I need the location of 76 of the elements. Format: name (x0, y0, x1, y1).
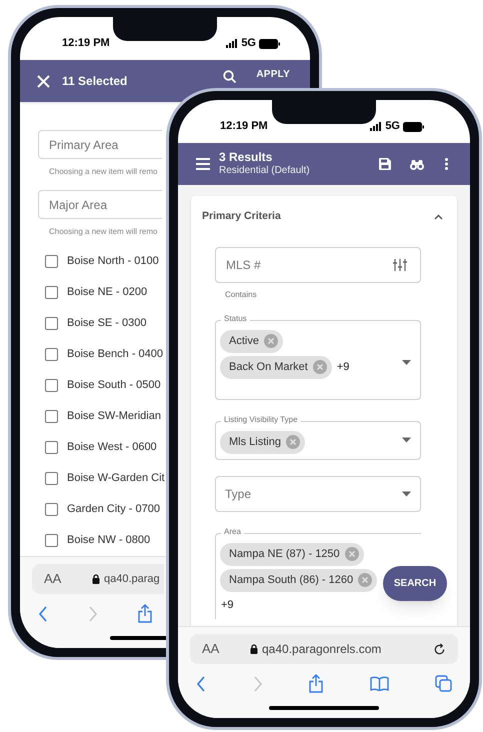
checkbox[interactable] (45, 348, 58, 361)
header-title: 3 Results (219, 150, 274, 166)
header-title: 11 Selected (62, 73, 128, 90)
url-text: qa40.parag (104, 572, 160, 587)
save-icon[interactable] (379, 158, 391, 170)
filter-chip[interactable]: Back On Market (220, 356, 332, 379)
lock-icon (250, 644, 258, 654)
dropdown-caret-icon[interactable] (402, 491, 411, 496)
signal-icon (226, 39, 238, 48)
checkbox[interactable] (45, 379, 58, 392)
menu-icon[interactable] (196, 158, 210, 170)
network-label: 5G (241, 36, 256, 52)
back-chevron-icon[interactable] (38, 606, 48, 622)
address-bar[interactable]: AA qa40.parag (32, 564, 164, 594)
option-label: Boise SW-Meridian (67, 409, 161, 424)
checkbox[interactable] (45, 286, 58, 299)
filter-chip[interactable]: Mls Listing (220, 430, 305, 454)
field-label: Status (221, 314, 250, 323)
battery-icon (259, 38, 280, 48)
share-icon[interactable] (309, 674, 323, 693)
option-label: Garden City - 0700 (67, 502, 160, 518)
back-chevron-icon[interactable] (196, 676, 206, 692)
url-text: qa40.paragonrels.com (262, 641, 382, 658)
share-icon[interactable] (138, 604, 152, 623)
filter-chip[interactable]: Nampa South (86) - 1260 (220, 568, 378, 592)
binoculars-icon[interactable] (410, 158, 424, 170)
option-label: Boise NW - 0800 (67, 533, 150, 548)
helper-text: Choosing a new item will remo (48, 226, 158, 238)
sliders-icon[interactable] (393, 258, 407, 271)
battery-icon (403, 122, 424, 132)
select-field[interactable]: Type (215, 476, 421, 512)
select-field[interactable]: Primary Area (38, 130, 162, 159)
option-label: Boise Bench - 0400 (67, 347, 164, 362)
book-icon[interactable] (370, 676, 388, 691)
dropdown-caret-icon[interactable] (402, 360, 411, 365)
helper-text: Choosing a new item will remo (48, 166, 158, 178)
option-label: Boise NE - 0200 (67, 285, 148, 300)
select-field[interactable]: Major Area (38, 190, 162, 219)
kebab-menu-icon[interactable] (445, 158, 448, 170)
lock-icon (92, 574, 100, 584)
text-size-button[interactable]: AA (44, 569, 84, 589)
mls-number-field[interactable]: MLS # (215, 246, 421, 283)
filter-chip[interactable]: Active (220, 330, 283, 353)
checkbox[interactable] (45, 472, 58, 485)
checkbox[interactable] (45, 441, 58, 454)
text-size-button[interactable]: AA (202, 639, 242, 659)
filter-chip[interactable]: Nampa NE (87) - 1250 (220, 542, 364, 566)
search-icon[interactable] (223, 70, 236, 82)
checkbox[interactable] (45, 503, 58, 516)
signal-icon (370, 122, 382, 131)
helper-text: Contains (224, 288, 257, 301)
option-label: Boise South - 0500 (67, 378, 161, 394)
option-label: Boise W-Garden Cit (67, 471, 165, 486)
chevron-icon[interactable] (434, 214, 443, 220)
reload-icon[interactable] (433, 642, 446, 656)
checkbox[interactable] (45, 410, 58, 423)
tabs-icon[interactable] (435, 675, 452, 692)
apply-button[interactable]: APPLY (256, 66, 290, 82)
option-label: Boise North - 0100 (67, 254, 159, 270)
option-label: Boise West - 0600 (67, 440, 157, 456)
status-time: 12:19 PM (62, 36, 110, 52)
close-icon[interactable] (37, 74, 50, 88)
network-label: 5G (385, 119, 400, 134)
address-bar[interactable]: AA qa40.paragonrels.com (190, 634, 458, 664)
dropdown-caret-icon[interactable] (402, 438, 411, 443)
checkbox[interactable] (45, 255, 58, 268)
more-count: +9 (336, 360, 350, 375)
checkbox[interactable] (45, 534, 58, 547)
status-time: 12:19 PM (220, 119, 268, 134)
field-label: Listing Visibility Type (221, 416, 301, 424)
header-subtitle: Residential (Default) (219, 165, 310, 178)
more-count: +9 (220, 598, 234, 613)
field-label: Area (221, 528, 244, 536)
section-title: Primary Criteria (202, 209, 281, 224)
option-label: Boise SE - 0300 (67, 316, 146, 332)
checkbox[interactable] (45, 317, 58, 330)
